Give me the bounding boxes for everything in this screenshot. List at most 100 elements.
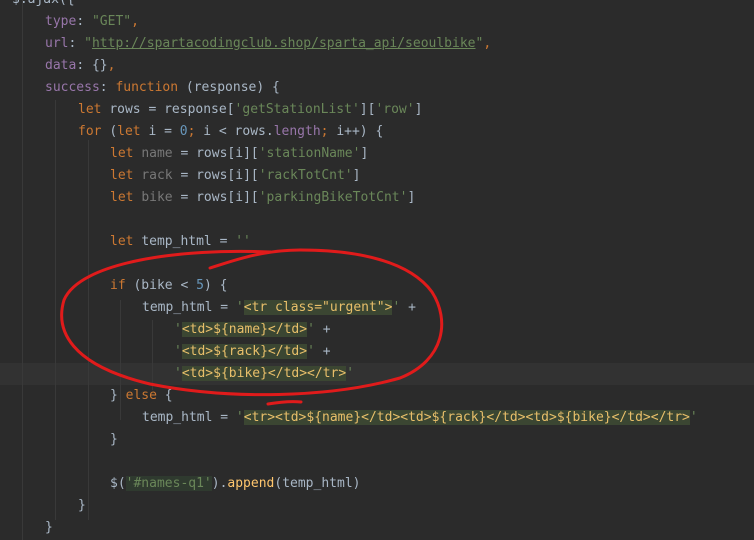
code-text: '<td>${rack}</td>' +: [174, 341, 331, 363]
code-line[interactable]: let temp_html = '': [0, 231, 754, 253]
code-line[interactable]: temp_html = '<tr class="urgent">' +: [0, 297, 754, 319]
indent-guide: [22, 0, 23, 540]
code-token: let: [78, 102, 110, 117]
code-token: (response) {: [178, 80, 280, 95]
code-token: function: [115, 80, 179, 95]
code-line[interactable]: for (let i = 0; i < rows.length; i++) {: [0, 121, 754, 143]
code-line[interactable]: }: [0, 517, 754, 539]
code-token: ': [307, 344, 315, 359]
code-line[interactable]: success: function (response) {: [0, 77, 754, 99]
code-text: temp_html = '<tr class="urgent">' +: [142, 297, 416, 319]
code-text: '<td>${name}</td>' +: [174, 319, 331, 341]
code-line[interactable]: [0, 209, 754, 231]
code-token: ,: [483, 36, 492, 51]
code-token: let: [110, 146, 142, 161]
code-line[interactable]: if (bike < 5) {: [0, 275, 754, 297]
code-token: ': [235, 410, 244, 425]
code-token: 0: [179, 124, 188, 139]
code-token: i =: [148, 124, 180, 139]
code-token: else: [125, 388, 165, 403]
code-token: }: [110, 432, 118, 447]
code-text: success: function (response) {: [45, 77, 280, 99]
code-token: 'row': [375, 102, 415, 117]
code-token: ]: [352, 168, 361, 183]
code-token: {: [164, 388, 173, 403]
code-text: let rack = rows[i]['rackTotCnt']: [110, 165, 360, 187]
code-line[interactable]: }: [0, 429, 754, 451]
code-token: ': [174, 322, 182, 337]
code-line[interactable]: '<td>${rack}</td>' +: [0, 341, 754, 363]
code-token: ": [84, 36, 92, 51]
code-token: temp_html =: [142, 300, 236, 315]
code-token: ': [307, 322, 315, 337]
code-token: '#names-q1': [125, 476, 212, 491]
code-token: = rows[i][: [172, 190, 259, 205]
code-text: let name = rows[i]['stationName']: [110, 143, 368, 165]
code-token: ).: [211, 476, 228, 491]
code-token: (bike <: [133, 278, 197, 293]
code-line[interactable]: let rows = response['getStationList']['r…: [0, 99, 754, 121]
code-token: '': [235, 234, 251, 249]
code-token: +: [314, 322, 331, 337]
code-token: url: [45, 36, 69, 51]
code-token: ,: [131, 14, 139, 29]
code-token: bike: [141, 190, 173, 205]
code-token: append: [227, 476, 275, 491]
code-token: "GET": [91, 14, 132, 29]
code-text: data: {},: [45, 55, 115, 77]
code-line[interactable]: url: "http://spartacodingclub.shop/spart…: [0, 33, 754, 55]
code-token: ': [689, 410, 698, 425]
code-token: if: [110, 278, 134, 293]
code-text: '<td>${bike}</td></tr>': [174, 363, 354, 385]
code-token: = rows[i][: [172, 146, 259, 161]
code-text: type: "GET",: [45, 11, 139, 33]
code-token: (: [109, 124, 118, 139]
code-line[interactable]: type: "GET",: [0, 11, 754, 33]
indent-guide: [120, 300, 121, 420]
code-text: let rows = response['getStationList']['r…: [78, 99, 422, 121]
code-token: type: [45, 14, 77, 29]
code-line[interactable]: temp_html = '<tr><td>${name}</td><td>${r…: [0, 407, 754, 429]
code-line[interactable]: let name = rows[i]['stationName']: [0, 143, 754, 165]
code-token: let: [117, 124, 149, 139]
code-token: ][: [359, 102, 376, 117]
code-line[interactable]: $.ajax({: [0, 0, 754, 11]
code-token: :: [99, 80, 116, 95]
code-line[interactable]: $('#names-q1').append(temp_html): [0, 473, 754, 495]
code-token: i++) {: [336, 124, 384, 139]
code-text: url: "http://spartacodingclub.shop/spart…: [45, 33, 491, 55]
code-token: <tr><td>${name}</td><td>${rack}</td><td>…: [243, 410, 690, 425]
code-token: :: [76, 14, 92, 29]
code-line[interactable]: } else {: [0, 385, 754, 407]
code-line[interactable]: }: [0, 495, 754, 517]
code-token: ]: [407, 190, 416, 205]
code-line[interactable]: data: {},: [0, 55, 754, 77]
code-token: let: [110, 234, 142, 249]
code-token: let: [110, 190, 142, 205]
code-text: }: [45, 517, 53, 539]
code-token: :: [68, 36, 85, 51]
code-token: rows = response[: [109, 102, 235, 117]
code-token: data: [45, 58, 77, 73]
code-token: <td>${bike}</td></tr>: [181, 366, 347, 381]
code-token: ': [174, 366, 182, 381]
code-token: temp_html =: [142, 410, 236, 425]
code-token: ;: [187, 124, 204, 139]
code-line[interactable]: '<td>${bike}</td></tr>': [0, 363, 754, 385]
code-token: 'parkingBikeTotCnt': [258, 190, 408, 205]
code-token: = rows[i][: [172, 168, 259, 183]
code-line[interactable]: '<td>${name}</td>' +: [0, 319, 754, 341]
code-token: <td>${rack}</td>: [181, 344, 308, 359]
code-line[interactable]: [0, 253, 754, 275]
code-token: ;: [320, 124, 337, 139]
code-line[interactable]: let bike = rows[i]['parkingBikeTotCnt']: [0, 187, 754, 209]
code-token: $(: [110, 476, 126, 491]
code-line[interactable]: let rack = rows[i]['rackTotCnt']: [0, 165, 754, 187]
code-token: }: [110, 388, 126, 403]
code-token: <tr class="urgent">: [243, 300, 393, 315]
code-token: ,: [107, 58, 116, 73]
code-text: }: [78, 495, 86, 517]
code-editor[interactable]: $.ajax({type: "GET",url: "http://spartac…: [0, 0, 754, 540]
code-text: let temp_html = '': [110, 231, 251, 253]
code-line[interactable]: [0, 451, 754, 473]
